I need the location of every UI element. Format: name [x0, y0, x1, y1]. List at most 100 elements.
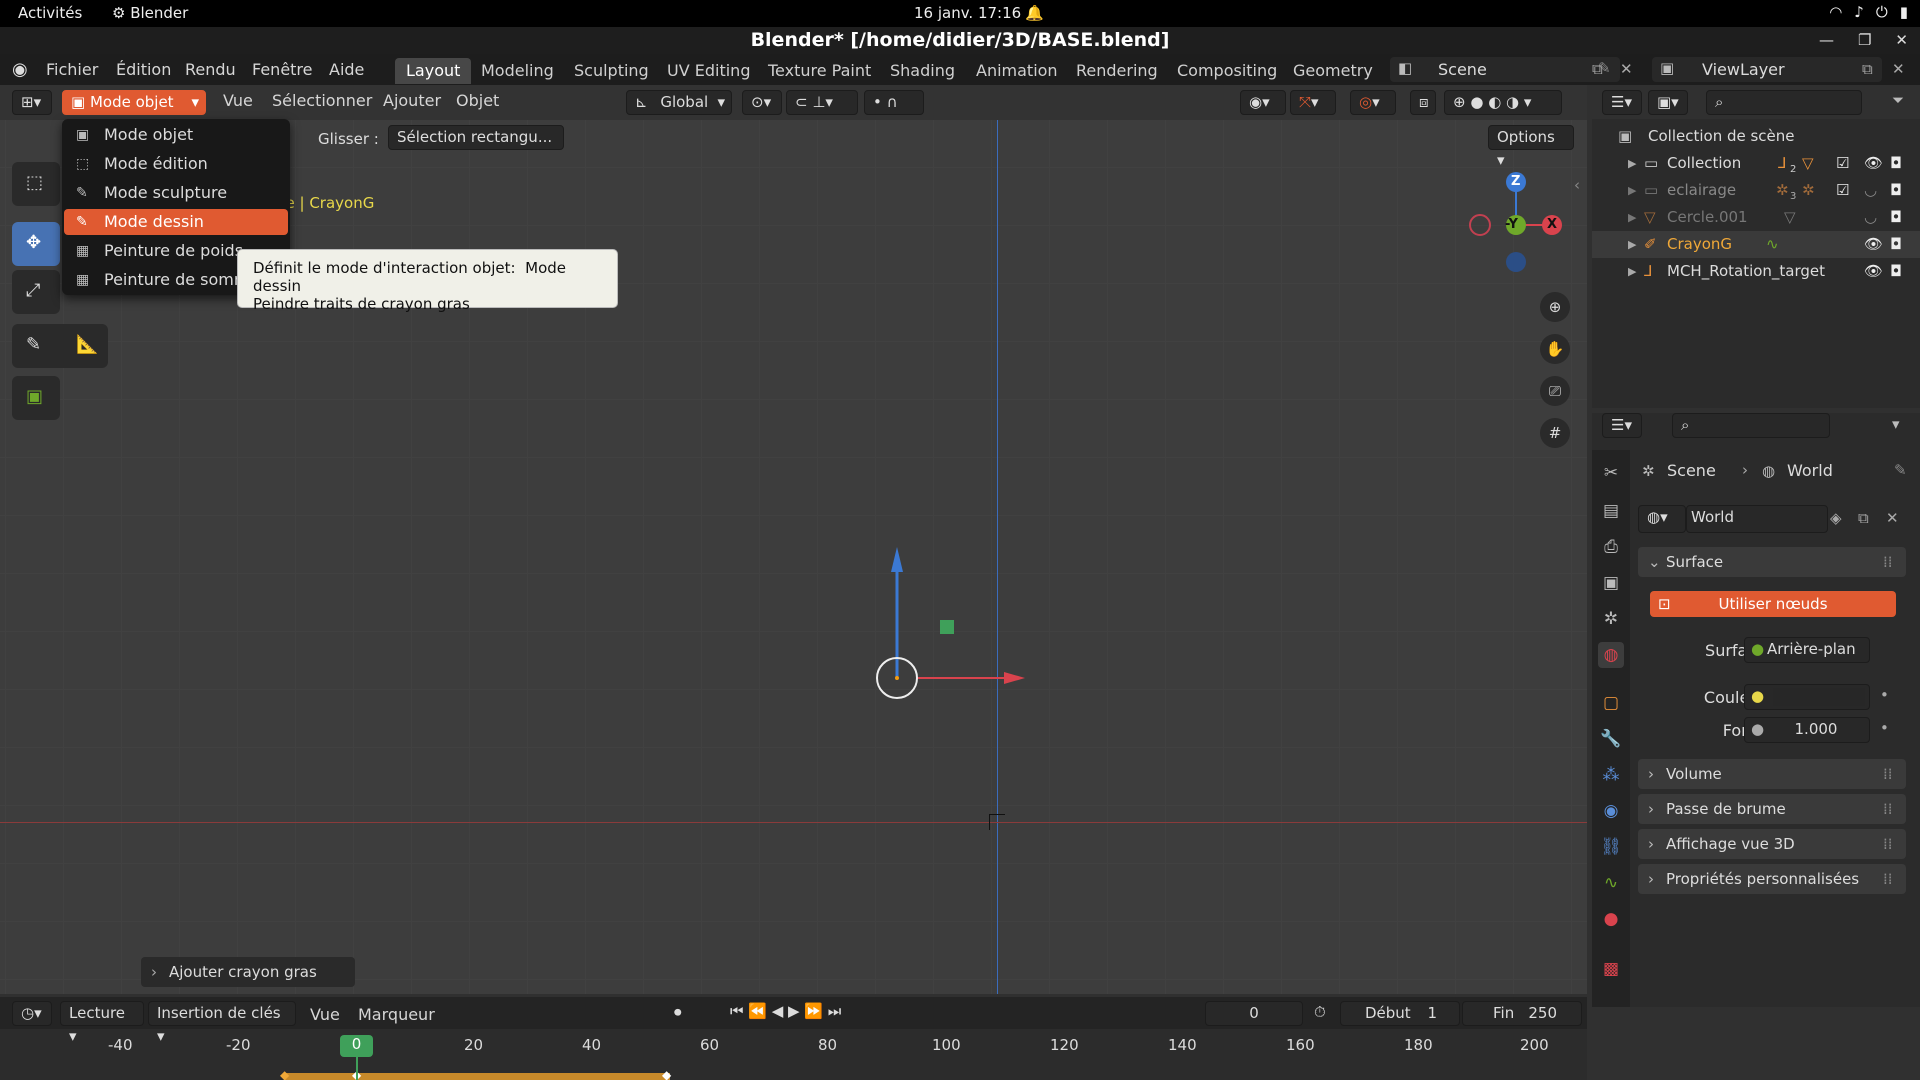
tool-tab-icon[interactable]: ✂	[1598, 460, 1624, 486]
outliner-root[interactable]: ▣ Collection de scène	[1592, 123, 1920, 150]
world-browse-button[interactable]: ◍▾	[1638, 505, 1686, 533]
camera-render-icon[interactable]: ◘	[1890, 231, 1902, 258]
color-swatch[interactable]	[1773, 688, 1865, 706]
measure-icon[interactable]: 📐	[76, 334, 98, 355]
annotate-icon[interactable]: ✎	[26, 334, 41, 355]
drag-handle-icon[interactable]: ⁞⁞	[1883, 794, 1893, 824]
end-frame-field[interactable]: Fin 250	[1462, 1001, 1582, 1026]
menu-fichier[interactable]: Fichier	[46, 60, 98, 79]
props-search-input[interactable]: ⌕	[1672, 413, 1830, 438]
start-frame-field[interactable]: Début 1	[1340, 1001, 1460, 1026]
snap-selector[interactable]: ⊂ ⊥▾	[786, 90, 858, 115]
glisser-dropdown[interactable]: Sélection rectangu...	[388, 125, 564, 150]
fake-user-icon[interactable]: ◈	[1830, 509, 1842, 527]
close-icon[interactable]: ✕	[1895, 27, 1908, 54]
camera-render-icon[interactable]: ◘	[1890, 177, 1902, 204]
clock[interactable]: 16 janv. 17:16	[914, 4, 1021, 22]
duplicate-icon[interactable]: ⧉	[1858, 509, 1869, 527]
pin-icon[interactable]: ✎	[1894, 461, 1907, 479]
stopwatch-icon[interactable]: ⏱	[1314, 1003, 1326, 1021]
particles-tab-icon[interactable]: ⁂	[1598, 762, 1624, 788]
last-operator-panel[interactable]: › Ajouter crayon gras	[141, 957, 355, 987]
menu-marqueur[interactable]: Marqueur	[358, 1005, 435, 1024]
breadcrumb-scene[interactable]: Scene	[1667, 461, 1716, 480]
menu-selectionner[interactable]: Sélectionner	[272, 91, 372, 110]
scene-tab-icon[interactable]: ✲	[1598, 606, 1624, 632]
playback-controls-icon[interactable]: ⏮ ⏪ ◀ ▶ ⏩ ⏭	[730, 1002, 841, 1020]
blender-logo-icon[interactable]: ◉	[12, 59, 28, 80]
outliner-search-input[interactable]: ⌕	[1706, 90, 1862, 115]
editor-type-button[interactable]: ⊞▾	[12, 90, 52, 115]
camera-render-icon[interactable]: ◘	[1890, 204, 1902, 231]
display-mode-selector[interactable]: ▣▾	[1648, 90, 1688, 115]
keyframe-dot-icon[interactable]: •	[1880, 686, 1889, 704]
eye-closed-icon[interactable]: ◡	[1864, 204, 1877, 231]
menu-item-mode-sculpture[interactable]: ✎ Mode sculpture	[64, 180, 288, 206]
new-viewlayer-icon[interactable]: ⧉	[1862, 60, 1873, 78]
drag-handle-icon[interactable]: ⁞⁞	[1883, 829, 1893, 859]
menu-objet[interactable]: Objet	[456, 91, 499, 110]
unlink-icon[interactable]: ✕	[1886, 509, 1899, 527]
remove-scene-icon[interactable]: ✕	[1620, 60, 1633, 78]
outliner-editor-type[interactable]: ☰▾	[1602, 90, 1642, 115]
options-dropdown[interactable]: Options ▾	[1488, 125, 1574, 169]
surface-shader-selector[interactable]: ● Arrière-plan	[1744, 637, 1870, 663]
camera-render-icon[interactable]: ◘	[1890, 258, 1902, 285]
annotate-tools[interactable]: ✎ 📐	[12, 324, 108, 368]
move-tool[interactable]: ✥	[12, 222, 60, 266]
panel-surface[interactable]: ⌄ Surface ⁞⁞	[1638, 547, 1906, 577]
camera-render-icon[interactable]: ◘	[1890, 150, 1902, 177]
menu-vue[interactable]: Vue	[223, 91, 253, 110]
use-nodes-button[interactable]: ⊡ Utiliser nœuds	[1650, 591, 1896, 617]
overlay-toggle[interactable]: ◎▾	[1350, 90, 1396, 115]
select-box-tool[interactable]: ⬚	[12, 162, 60, 206]
menu-lecture[interactable]: Lecture ▾	[60, 1001, 144, 1045]
props-editor-type[interactable]: ☰▾	[1602, 413, 1642, 438]
tab-shading[interactable]: Shading	[879, 58, 966, 84]
system-tray[interactable]: ◠ ♪ ⏻ ▮	[1829, 3, 1908, 21]
eye-icon[interactable]: 👁	[1864, 150, 1883, 177]
sidebar-toggle-icon[interactable]: ‹	[1574, 176, 1580, 194]
filter-icon[interactable]: ⏷	[1892, 91, 1904, 109]
modifier-tab-icon[interactable]: 🔧	[1598, 726, 1624, 752]
view-layer-tab-icon[interactable]: ▣	[1598, 570, 1624, 596]
world-name-field[interactable]: World	[1686, 505, 1828, 533]
checkbox-icon[interactable]: ☑	[1836, 150, 1849, 177]
output-tab-icon[interactable]: ⎙	[1598, 534, 1624, 560]
panel-affichage-vue-3d[interactable]: › Affichage vue 3D ⁞⁞	[1638, 829, 1906, 859]
timeline-ruler[interactable]: -40 -20 0 20 40 60 80 100 120 140 160 18…	[0, 1030, 1587, 1080]
tab-modeling[interactable]: Modeling	[470, 58, 565, 84]
mode-selector[interactable]: ▣ Mode objet ▾	[62, 90, 206, 115]
material-tab-icon[interactable]: ●	[1598, 906, 1624, 932]
tab-layout[interactable]: Layout	[395, 58, 472, 84]
tab-uv-editing[interactable]: UV Editing	[656, 58, 761, 84]
color-field[interactable]: ●	[1744, 684, 1870, 710]
keyframe-diamond-icon[interactable]: ◆	[280, 1068, 289, 1080]
drag-handle-icon[interactable]: ⁞⁞	[1883, 759, 1893, 789]
xray-toggle[interactable]: ⧈	[1410, 90, 1436, 115]
keyframe-diamond-icon[interactable]: ◆	[662, 1068, 671, 1080]
tab-texture-paint[interactable]: Texture Paint	[757, 58, 882, 84]
eye-icon[interactable]: 👁	[1864, 258, 1883, 285]
add-cube-tool[interactable]: ▣	[12, 376, 60, 420]
maximize-icon[interactable]: ❐	[1858, 27, 1871, 54]
scene-selector[interactable]: ◧ Scene ✎	[1390, 57, 1620, 82]
menu-ajouter[interactable]: Ajouter	[383, 91, 441, 110]
menu-aide[interactable]: Aide	[329, 60, 364, 79]
props-options-icon[interactable]: ▾	[1892, 415, 1900, 433]
remove-viewlayer-icon[interactable]: ✕	[1892, 60, 1905, 78]
world-tab-icon[interactable]: ◍	[1598, 642, 1624, 668]
app-menu[interactable]: ⚙ Blender	[112, 4, 188, 22]
playhead-frame[interactable]: 0	[340, 1035, 373, 1057]
eye-closed-icon[interactable]: ◡	[1864, 177, 1877, 204]
record-icon[interactable]: ⏺	[674, 1003, 682, 1021]
camera-icon[interactable]: ⎚	[1540, 376, 1570, 406]
minimize-icon[interactable]: —	[1819, 27, 1834, 54]
outliner-row-collection[interactable]: ▶ ▭ Collection ⅃ 2 ▽ ☑ 👁 ◘	[1592, 150, 1920, 177]
gizmo-toggle[interactable]: ⤧▾	[1290, 90, 1336, 115]
viewlayer-selector[interactable]: ▣ ViewLayer	[1652, 57, 1882, 82]
breadcrumb-world[interactable]: World	[1787, 461, 1833, 480]
zoom-icon[interactable]: ⊕	[1540, 292, 1570, 322]
keyframe-dot-icon[interactable]: •	[1880, 719, 1889, 737]
force-field[interactable]: ● 1.000	[1744, 717, 1870, 743]
